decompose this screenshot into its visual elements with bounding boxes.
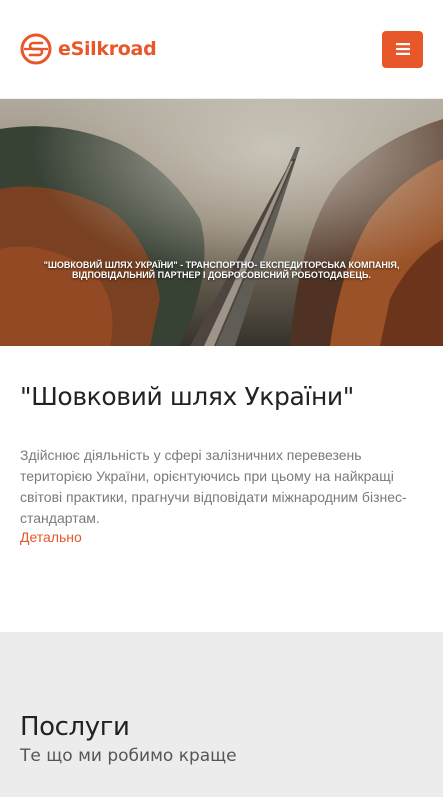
menu-button[interactable] — [382, 30, 423, 68]
about-text: Здійснює діяльність у сфері залізничних … — [20, 447, 407, 526]
logo-icon — [20, 33, 52, 65]
services-subtitle: Те що ми робимо краще — [20, 746, 237, 766]
services-title: Послуги — [20, 712, 130, 742]
more-link[interactable]: Детально — [20, 529, 82, 545]
hero-caption: "Шовковий шлях України" - транспортно- е… — [0, 260, 443, 280]
about-title: "Шовковий шлях України" — [20, 382, 354, 411]
hero-banner: "Шовковий шлях України" - транспортно- е… — [0, 99, 443, 346]
services-section: Послуги Те що ми робимо краще — [0, 632, 443, 797]
site-header: eSilkroad — [0, 0, 443, 99]
hamburger-icon — [395, 43, 410, 55]
hero-caption-line1: "Шовковий шлях України" - транспортно- е… — [43, 260, 400, 270]
about-section: "Шовковий шлях України" Здійснює діяльні… — [0, 346, 443, 632]
hero-image — [0, 99, 443, 346]
brand-name: eSilkroad — [58, 38, 157, 60]
logo[interactable]: eSilkroad — [20, 33, 157, 65]
hero-caption-line2: відповідальний партнер і добросовісний р… — [72, 270, 371, 280]
